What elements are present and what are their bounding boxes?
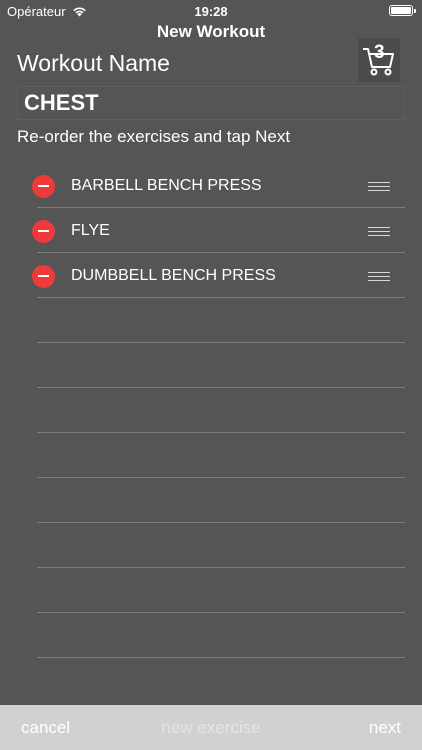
battery-icon <box>389 5 416 16</box>
cart-count-badge: 3 <box>374 42 385 63</box>
empty-row <box>0 523 422 568</box>
status-bar: Opérateur 19:28 <box>0 0 422 22</box>
reorder-handle-icon[interactable] <box>368 182 390 191</box>
exercise-list: BARBELL BENCH PRESS FLYE DUMBBELL BENCH … <box>0 163 422 658</box>
workout-name-field[interactable]: CHEST <box>17 86 405 120</box>
empty-row <box>0 298 422 343</box>
exercise-name: BARBELL BENCH PRESS <box>71 177 262 194</box>
empty-row <box>0 613 422 658</box>
reorder-handle-icon[interactable] <box>368 227 390 236</box>
delete-icon[interactable] <box>32 220 55 243</box>
delete-icon[interactable] <box>32 175 55 198</box>
exercise-name: FLYE <box>71 222 110 239</box>
next-button[interactable]: next <box>369 718 401 738</box>
empty-row <box>0 568 422 613</box>
delete-icon[interactable] <box>32 265 55 288</box>
empty-row <box>0 343 422 388</box>
exercise-name: DUMBBELL BENCH PRESS <box>71 267 276 284</box>
workout-name-label: Workout Name <box>17 50 170 76</box>
cart-button[interactable]: 3 <box>358 38 400 82</box>
status-time: 19:28 <box>194 4 228 19</box>
empty-row <box>0 388 422 433</box>
empty-row <box>0 478 422 523</box>
empty-row <box>0 433 422 478</box>
exercise-row[interactable]: FLYE <box>0 208 422 253</box>
reorder-handle-icon[interactable] <box>368 272 390 281</box>
bottom-toolbar: cancel new exercise next <box>0 705 422 750</box>
exercise-row[interactable]: BARBELL BENCH PRESS <box>0 163 422 208</box>
instruction-text: Re-order the exercises and tap Next <box>17 127 291 146</box>
exercise-row[interactable]: DUMBBELL BENCH PRESS <box>0 253 422 298</box>
new-exercise-button[interactable]: new exercise <box>0 718 422 738</box>
